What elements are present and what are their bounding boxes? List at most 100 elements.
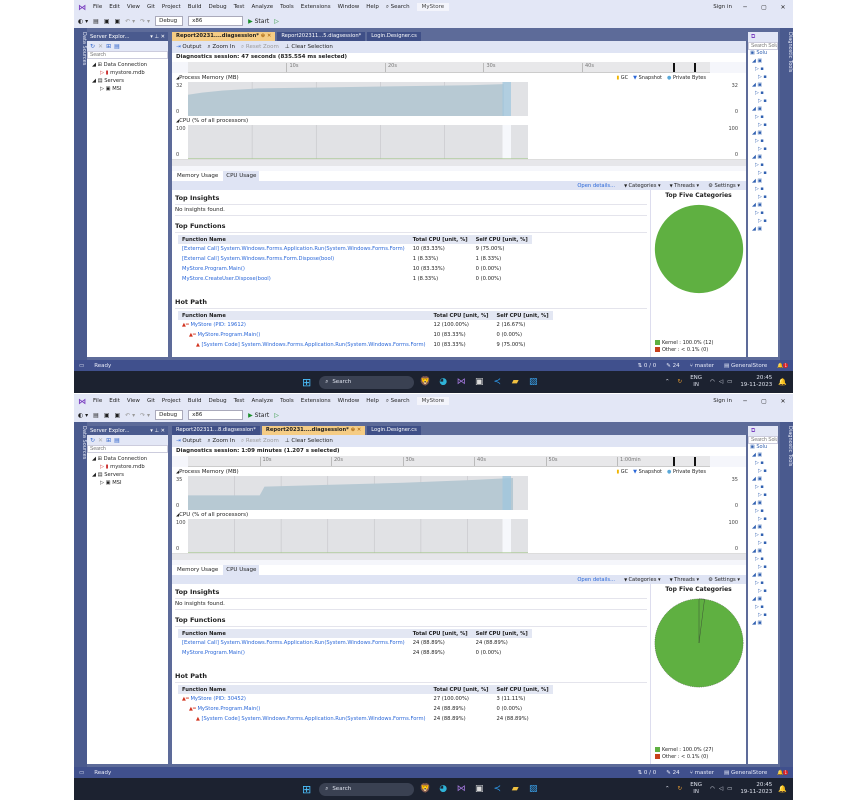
file-explorer-icon[interactable]: ▰ bbox=[508, 375, 522, 389]
process-memory-graph[interactable]: 35 0 35 0 bbox=[172, 476, 746, 510]
solution-tree-item[interactable]: ◢ ▣ bbox=[748, 476, 778, 484]
diagnostic-tools-tab[interactable]: Diagnostic Tools bbox=[780, 28, 793, 360]
cpu-chart[interactable] bbox=[188, 519, 528, 553]
menu-item-git[interactable]: Git bbox=[147, 4, 155, 10]
timeline-ruler[interactable]: 10s 20s 30s 40s 50s 1:00min bbox=[188, 456, 710, 467]
menu-item-test[interactable]: Test bbox=[234, 4, 245, 10]
open-details-link[interactable]: Open details... bbox=[577, 183, 615, 189]
table-row[interactable]: ▲═ MyStore (PID: 30452) 27 (100.00%) 3 (11… bbox=[178, 694, 553, 704]
solution-tree-item[interactable]: ◢ ▣ bbox=[748, 226, 778, 234]
clock[interactable]: 20:45 19-11-2023 bbox=[740, 375, 772, 389]
categories-filter[interactable]: ▼ Categories ▾ bbox=[624, 577, 661, 583]
menu-item-window[interactable]: Window bbox=[338, 398, 360, 404]
menu-item-analyze[interactable]: Analyze bbox=[251, 398, 273, 404]
tree-item[interactable]: ▷ ▣ MSI bbox=[90, 85, 165, 93]
column-total-cpu[interactable]: Total CPU [unit, %] bbox=[408, 629, 472, 638]
solution-tree-item[interactable]: ◢ ▣ bbox=[748, 524, 778, 532]
function-name-cell[interactable]: ▲ [System Code] System.Windows.Forms.App… bbox=[178, 714, 430, 724]
table-row[interactable]: ▲ [System Code] System.Windows.Forms.App… bbox=[178, 340, 553, 350]
solution-tree-item[interactable]: ▷ ▪ bbox=[748, 556, 778, 564]
table-row[interactable]: ▲═ MyStore.Program.Main() 10 (83.33%) 0 (0… bbox=[178, 330, 553, 340]
terminal-icon[interactable]: ▣ bbox=[472, 375, 486, 389]
repository-selector[interactable]: ▤ GeneralStore bbox=[724, 363, 767, 369]
file-explorer-icon[interactable]: ▰ bbox=[508, 782, 522, 796]
column-self-cpu[interactable]: Self CPU [unit, %] bbox=[471, 629, 532, 638]
table-row[interactable]: [External Call] System.Windows.Forms.For… bbox=[178, 254, 532, 264]
solution-root[interactable]: ▣ Solu bbox=[748, 444, 778, 452]
solution-tree-item[interactable]: ◢ ▣ bbox=[748, 452, 778, 460]
branch-selector[interactable]: ⑂ master bbox=[690, 770, 714, 776]
vscode-icon[interactable]: ≺ bbox=[490, 375, 504, 389]
solution-tree-item[interactable]: ▷ ▪ bbox=[748, 162, 778, 170]
solution-tree-item[interactable]: ▷ ▪ bbox=[748, 604, 778, 612]
edge-icon[interactable]: ◕ bbox=[436, 375, 450, 389]
column-function-name[interactable]: Function Name bbox=[178, 235, 409, 244]
search-button[interactable]: ⌕ Search bbox=[386, 398, 410, 405]
menu-item-window[interactable]: Window bbox=[338, 4, 360, 10]
threads-filter[interactable]: ▼ Threads ▾ bbox=[670, 577, 699, 583]
data-sources-tab[interactable]: Data Sources bbox=[74, 28, 87, 360]
solution-tree-item[interactable]: ▷ ▪ bbox=[748, 516, 778, 524]
solution-tree-item[interactable]: ◢ ▣ bbox=[748, 596, 778, 604]
source-control-changes[interactable]: ⇅ 0 / 0 bbox=[638, 770, 657, 776]
table-row[interactable]: [External Call] System.Windows.Forms.App… bbox=[178, 244, 532, 254]
solution-tree-item[interactable]: ▷ ▪ bbox=[748, 460, 778, 468]
platform-dropdown[interactable]: x86 bbox=[188, 410, 244, 420]
menu-item-file[interactable]: File bbox=[93, 4, 102, 10]
solution-search[interactable] bbox=[748, 436, 778, 444]
menu-item-extensions[interactable]: Extensions bbox=[301, 398, 331, 404]
server-explorer-search[interactable] bbox=[87, 445, 168, 453]
edge-icon[interactable]: ◕ bbox=[436, 782, 450, 796]
tab-memory-usage[interactable]: Memory Usage bbox=[174, 171, 221, 181]
language-indicator[interactable]: ENG IN bbox=[690, 375, 702, 389]
visual-studio-icon[interactable]: ⋈ bbox=[454, 375, 468, 389]
configuration-dropdown[interactable]: Debug bbox=[155, 410, 184, 420]
table-row[interactable]: MyStore.CreateUser.Dispose(bool) 1 (8.33%… bbox=[178, 274, 532, 284]
menu-item-edit[interactable]: Edit bbox=[109, 398, 120, 404]
tree-item[interactable]: ▷ ▮ mystore.mdb bbox=[90, 69, 165, 77]
selection-marker[interactable] bbox=[673, 457, 676, 466]
vscode-icon[interactable]: ≺ bbox=[490, 782, 504, 796]
document-tab[interactable]: Report20231....diagsession* ⊕ ✕ bbox=[261, 426, 366, 435]
solution-tree-item[interactable]: ▷ ▪ bbox=[748, 122, 778, 130]
solution-tree-item[interactable]: ▷ ▪ bbox=[748, 210, 778, 218]
clock[interactable]: 20:45 19-11-2023 bbox=[740, 782, 772, 796]
start-button[interactable]: ▶ Start bbox=[248, 18, 269, 25]
solution-tree-item[interactable]: ▷ ▪ bbox=[748, 492, 778, 500]
start-button[interactable]: ▶ Start bbox=[248, 412, 269, 419]
menu-item-extensions[interactable]: Extensions bbox=[301, 4, 331, 10]
threads-filter[interactable]: ▼ Threads ▾ bbox=[670, 183, 699, 189]
configuration-dropdown[interactable]: Debug bbox=[155, 16, 184, 26]
menu-item-git[interactable]: Git bbox=[147, 398, 155, 404]
data-sources-tab[interactable]: Data Sources bbox=[74, 422, 87, 767]
solution-tree-item[interactable]: ▷ ▪ bbox=[748, 588, 778, 596]
language-indicator[interactable]: ENG IN bbox=[690, 782, 702, 796]
output-button[interactable]: ⇥ Output bbox=[176, 438, 201, 444]
column-total-cpu[interactable]: Total CPU [unit, %] bbox=[429, 311, 493, 320]
menu-item-build[interactable]: Build bbox=[188, 398, 202, 404]
function-name-cell[interactable]: ▲═ MyStore (PID: 30452) bbox=[178, 694, 430, 704]
settings-dropdown[interactable]: ⚙ Settings ▾ bbox=[708, 183, 740, 189]
memory-chart[interactable] bbox=[188, 476, 528, 510]
solution-tree-item[interactable]: ◢ ▣ bbox=[748, 178, 778, 186]
menu-item-tools[interactable]: Tools bbox=[280, 398, 294, 404]
zoom-in-button[interactable]: ⌕ Zoom In bbox=[207, 438, 235, 445]
process-memory-graph[interactable]: 32 0 32 0 bbox=[172, 82, 746, 116]
selection-marker[interactable] bbox=[694, 63, 697, 72]
sign-in-link[interactable]: Sign in bbox=[713, 398, 732, 404]
tab-cpu-usage[interactable]: CPU Usage bbox=[223, 565, 260, 575]
column-self-cpu[interactable]: Self CPU [unit, %] bbox=[492, 311, 553, 320]
solution-tree-item[interactable]: ◢ ▣ bbox=[748, 620, 778, 628]
sign-in-link[interactable]: Sign in bbox=[713, 4, 732, 10]
notifications-button[interactable]: 🔔1 bbox=[777, 362, 788, 369]
function-name-cell[interactable]: [External Call] System.Windows.Forms.App… bbox=[178, 638, 409, 648]
selection-marker[interactable] bbox=[673, 63, 676, 72]
column-total-cpu[interactable]: Total CPU [unit, %] bbox=[429, 685, 493, 694]
solution-tree-item[interactable]: ▷ ▪ bbox=[748, 90, 778, 98]
solution-tree-item[interactable]: ◢ ▣ bbox=[748, 202, 778, 210]
menu-item-tools[interactable]: Tools bbox=[280, 4, 294, 10]
menu-item-help[interactable]: Help bbox=[366, 4, 379, 10]
solution-tree-item[interactable]: ▷ ▪ bbox=[748, 468, 778, 476]
solution-tree-item[interactable]: ▷ ▪ bbox=[748, 540, 778, 548]
reset-zoom-button[interactable]: ⌕ Reset Zoom bbox=[241, 438, 279, 445]
